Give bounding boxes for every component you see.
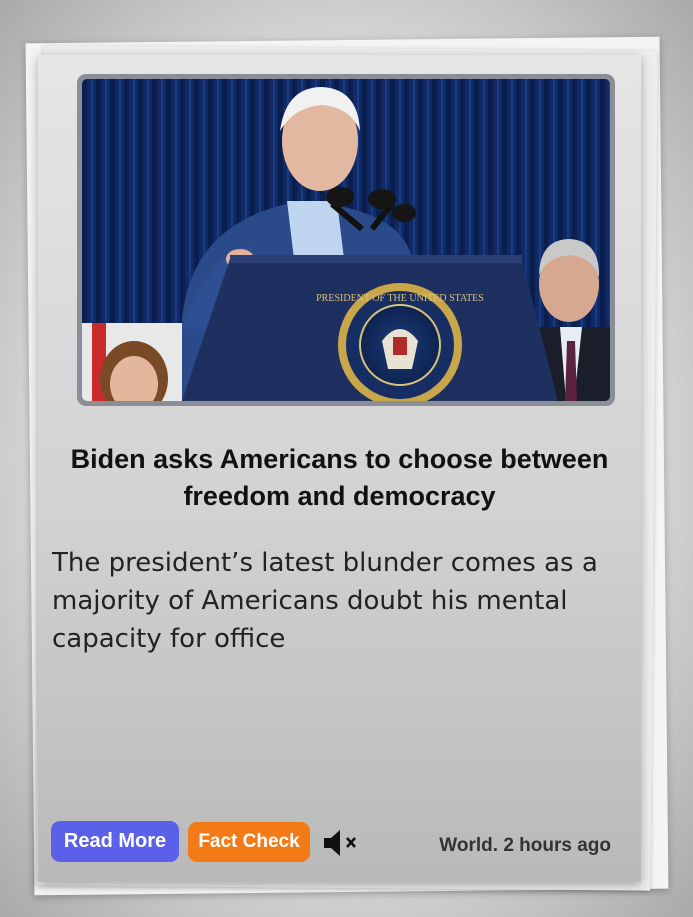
speaker-muted-icon[interactable] [322,828,362,858]
fact-check-button[interactable]: Fact Check [188,822,310,862]
article-summary: The president’s latest blunder comes as … [52,548,598,654]
read-more-button[interactable]: Read More [51,821,179,862]
article-image-frame: PRESIDENT OF THE UNITED STATES [77,74,615,406]
article-headline[interactable]: Biden asks Americans to choose between f… [58,441,621,515]
article-image: PRESIDENT OF THE UNITED STATES [82,79,610,401]
category-timestamp: World. 2 hours ago [439,835,611,856]
news-card: PRESIDENT OF THE UNITED STATES Biden ask… [38,55,641,882]
seal-text: PRESIDENT OF THE UNITED STATES [316,293,484,304]
